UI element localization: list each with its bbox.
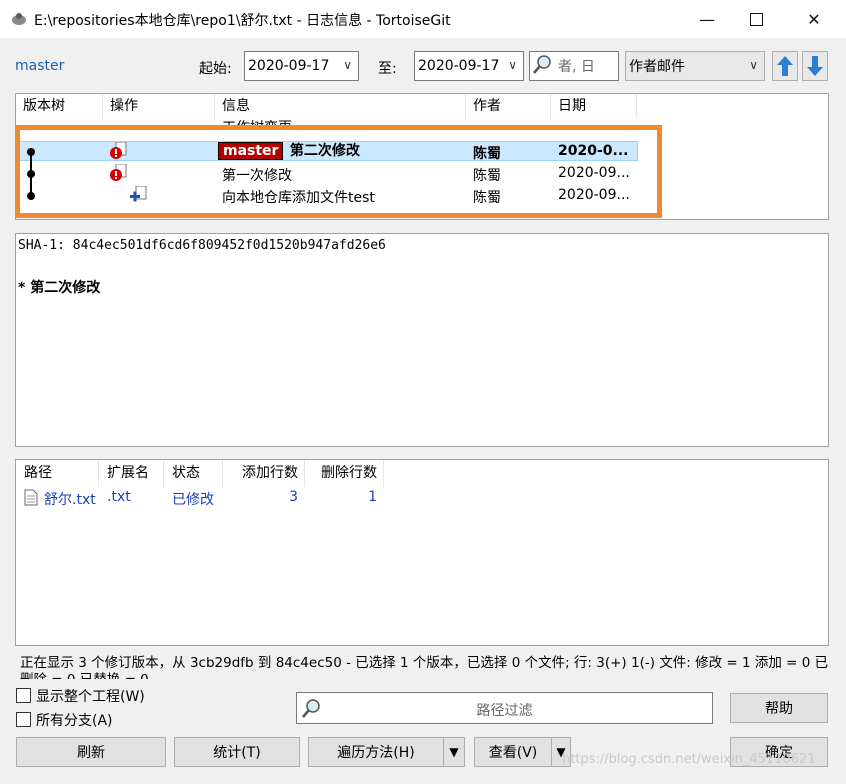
help-button[interactable]: 帮助 bbox=[730, 693, 828, 723]
file-lines-removed: 1 bbox=[368, 489, 377, 505]
column-header-extension[interactable]: 扩展名 bbox=[99, 460, 164, 487]
column-header-author[interactable]: 作者 bbox=[466, 94, 551, 118]
file-lines-added: 3 bbox=[289, 489, 298, 505]
status-summary: 正在显示 3 个修订版本，从 3cb29dfb 到 84c4ec50 - 已选择… bbox=[20, 655, 829, 679]
search-placeholder: 者, 日 bbox=[558, 59, 595, 75]
search-icon bbox=[532, 53, 554, 79]
show-whole-project-label[interactable]: 显示整个工程(W) bbox=[36, 686, 145, 706]
chevron-down-icon: ∨ bbox=[508, 58, 517, 72]
path-filter-input[interactable]: 路径过滤 bbox=[296, 692, 713, 724]
maximize-button[interactable] bbox=[733, 0, 779, 38]
annotation-highlight-box bbox=[15, 125, 662, 218]
view-button[interactable]: 查看(V) bbox=[474, 737, 552, 767]
search-field-select[interactable]: 作者邮件 ∨ bbox=[625, 51, 765, 81]
commit-sha: SHA-1: 84c4ec501df6cd6f809452f0d1520b947… bbox=[18, 238, 386, 253]
maximize-icon bbox=[749, 12, 763, 26]
changed-files-list[interactable]: 路径 扩展名 状态 添加行数 删除行数 舒尔.txt .txt 已修改 3 1 bbox=[15, 459, 829, 646]
column-header-actions[interactable]: 操作 bbox=[103, 94, 215, 118]
chevron-down-icon: ∨ bbox=[749, 58, 758, 72]
all-branches-label[interactable]: 所有分支(A) bbox=[36, 710, 113, 730]
from-date-label: 起始: bbox=[199, 61, 232, 77]
show-whole-project-checkbox[interactable] bbox=[16, 688, 31, 703]
file-path[interactable]: 舒尔.txt bbox=[44, 489, 96, 509]
tortoisegit-app-icon bbox=[10, 10, 28, 28]
column-header-graph[interactable]: 版本树 bbox=[16, 94, 103, 118]
minimize-button[interactable]: — bbox=[684, 0, 730, 38]
walk-mode-dropdown[interactable]: ▼ bbox=[443, 737, 465, 767]
file-extension: .txt bbox=[107, 489, 131, 505]
arrow-down-icon bbox=[807, 56, 823, 76]
column-header-lines-removed[interactable]: 删除行数 bbox=[305, 460, 384, 487]
to-date-value: 2020-09-17 bbox=[418, 58, 500, 74]
column-header-message[interactable]: 信息 bbox=[215, 94, 466, 118]
next-button[interactable] bbox=[802, 51, 828, 81]
column-header-path[interactable]: 路径 bbox=[16, 460, 99, 487]
window-title: E:\repositories本地仓库\repo1\舒尔.txt - 日志信息 … bbox=[34, 13, 451, 29]
caret-down-icon: ▼ bbox=[449, 745, 459, 759]
column-header-lines-added[interactable]: 添加行数 bbox=[223, 460, 305, 487]
walk-mode-button[interactable]: 遍历方法(H) bbox=[308, 737, 444, 767]
search-input[interactable]: 者, 日 bbox=[529, 51, 619, 81]
all-branches-checkbox[interactable] bbox=[16, 712, 31, 727]
commit-message-panel[interactable]: SHA-1: 84c4ec501df6cd6f809452f0d1520b947… bbox=[15, 233, 829, 447]
refresh-button[interactable]: 刷新 bbox=[16, 737, 166, 767]
watermark-text: https://blog.csdn.net/weixin_45110621 bbox=[562, 752, 816, 767]
minimize-icon: — bbox=[699, 9, 715, 29]
previous-button[interactable] bbox=[772, 51, 798, 81]
current-branch-link[interactable]: master bbox=[15, 58, 64, 74]
arrow-up-icon bbox=[777, 56, 793, 76]
from-date-value: 2020-09-17 bbox=[248, 58, 330, 74]
from-date-picker[interactable]: 2020-09-17 ∨ bbox=[244, 51, 359, 81]
text-file-icon bbox=[24, 489, 38, 510]
to-date-picker[interactable]: 2020-09-17 ∨ bbox=[414, 51, 524, 81]
file-status: 已修改 bbox=[172, 492, 214, 508]
close-icon: ✕ bbox=[807, 9, 821, 29]
column-header-status[interactable]: 状态 bbox=[164, 460, 223, 487]
statistics-button[interactable]: 统计(T) bbox=[174, 737, 300, 767]
column-header-date[interactable]: 日期 bbox=[551, 94, 637, 118]
to-date-label: 至: bbox=[378, 61, 397, 77]
search-field-value: 作者邮件 bbox=[629, 59, 685, 75]
commit-message-text: * 第二次修改 bbox=[18, 280, 101, 296]
path-filter-placeholder: 路径过滤 bbox=[476, 703, 533, 719]
close-button[interactable]: ✕ bbox=[791, 0, 837, 38]
chevron-down-icon: ∨ bbox=[343, 58, 352, 72]
